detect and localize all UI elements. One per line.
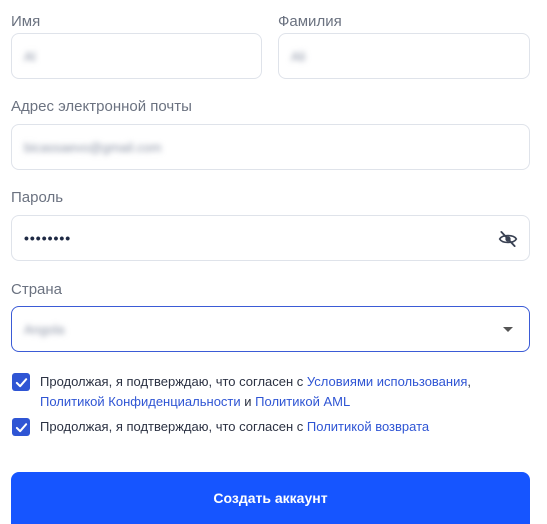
first-name-value: Al bbox=[24, 48, 36, 64]
country-select[interactable]: Angola bbox=[11, 306, 530, 352]
password-value: •••••••• bbox=[24, 230, 72, 246]
password-input[interactable]: •••••••• bbox=[11, 215, 530, 261]
create-account-button[interactable]: Создать аккаунт bbox=[11, 472, 530, 524]
check-icon bbox=[15, 422, 27, 432]
consent-refund-prefix: Продолжая, я подтверждаю, что согласен с bbox=[40, 419, 307, 434]
first-name-label: Имя bbox=[11, 13, 41, 30]
aml-link[interactable]: Политикой AML bbox=[255, 394, 350, 409]
consent-terms-checkbox[interactable] bbox=[12, 373, 30, 391]
last-name-value: Ali bbox=[291, 48, 306, 64]
refund-link[interactable]: Политикой возврата bbox=[307, 419, 429, 434]
country-label: Страна bbox=[11, 281, 63, 298]
consent-terms-and: и bbox=[240, 394, 256, 409]
last-name-label: Фамилия bbox=[278, 13, 342, 30]
consent-refund-checkbox[interactable] bbox=[12, 418, 30, 436]
eye-off-icon[interactable] bbox=[497, 229, 519, 249]
email-input[interactable]: bicassaevo@gmail.com bbox=[11, 124, 530, 170]
password-label: Пароль bbox=[11, 189, 64, 206]
consent-refund-row: Продолжая, я подтверждаю, что согласен с… bbox=[12, 417, 429, 437]
consent-terms-row: Продолжая, я подтверждаю, что согласен с… bbox=[12, 372, 471, 412]
consent-refund-text: Продолжая, я подтверждаю, что согласен с… bbox=[40, 417, 429, 437]
email-label: Адрес электронной почты bbox=[11, 98, 192, 115]
last-name-input[interactable]: Ali bbox=[278, 33, 530, 79]
privacy-link[interactable]: Политикой Конфиденциальности bbox=[40, 394, 241, 409]
consent-terms-comma: , bbox=[467, 374, 472, 389]
country-value: Angola bbox=[24, 321, 65, 337]
email-value: bicassaevo@gmail.com bbox=[24, 139, 162, 155]
chevron-down-icon[interactable] bbox=[503, 327, 513, 332]
terms-link[interactable]: Условиями использования bbox=[307, 374, 468, 389]
first-name-input[interactable]: Al bbox=[11, 33, 262, 79]
check-icon bbox=[15, 377, 27, 387]
consent-terms-prefix: Продолжая, я подтверждаю, что согласен с bbox=[40, 374, 307, 389]
consent-terms-text: Продолжая, я подтверждаю, что согласен с… bbox=[40, 372, 471, 412]
